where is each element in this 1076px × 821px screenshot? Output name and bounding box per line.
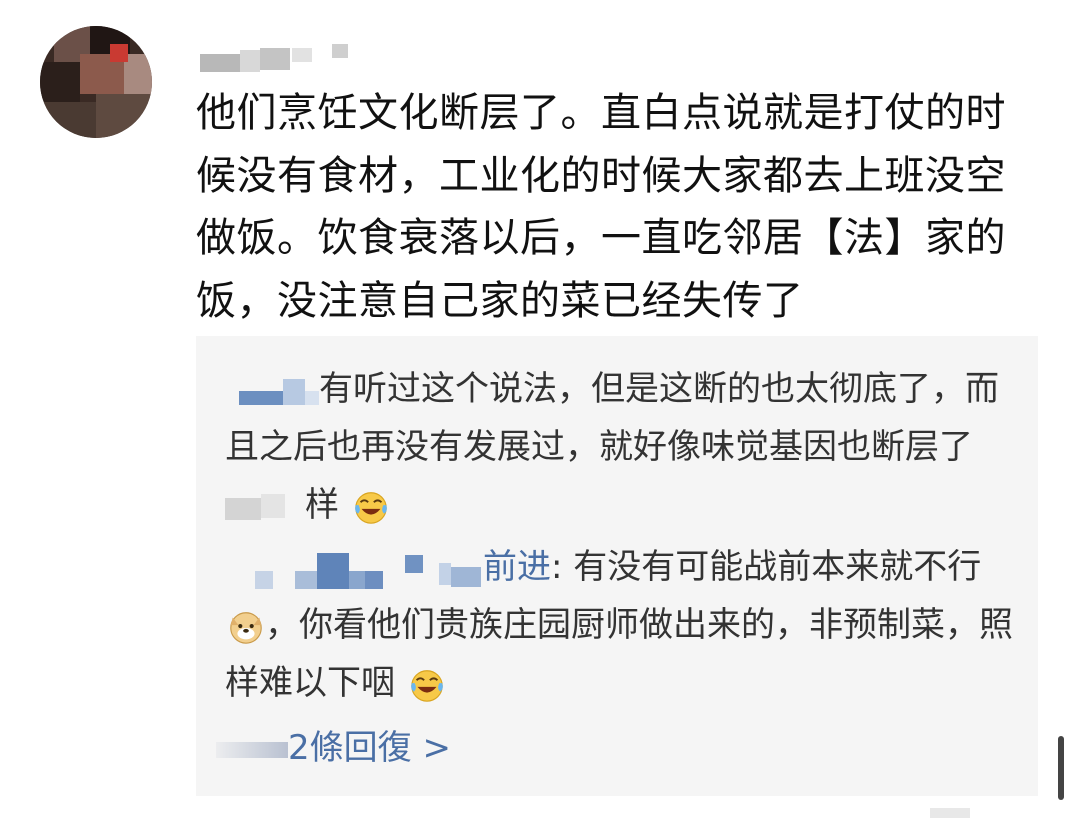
reply-author-name[interactable]: 前进 <box>483 547 551 587</box>
laugh-cry-emoji <box>354 491 387 524</box>
more-replies-link[interactable]: 2條回復 > <box>216 726 451 770</box>
avatar-pixel <box>124 54 152 94</box>
avatar-pixel <box>40 102 96 138</box>
more-replies-label[interactable]: 2條回復 > <box>288 728 451 768</box>
text-redacted <box>225 492 305 522</box>
reply-text-continued: ，你看他们贵族庄园厨师做出来的，非预制菜，照样难以下咽 <box>225 605 1013 703</box>
reply-item[interactable]: 前进: 有没有可能战前本来就不行 ，你看他们贵族庄园厨师做出来的，非预制菜，照样… <box>225 538 1015 712</box>
text-redacted <box>216 741 288 758</box>
comment-text: 他们烹饪文化断层了。直白点说就是打仗的时候没有食材，工业化的时候大家都去上班没空… <box>196 90 1006 324</box>
reply-text-tail: 样 <box>305 485 339 525</box>
username-redacted <box>200 40 360 76</box>
reply-item[interactable]: 有听过这个说法，但是这断的也太彻底了，而且之后也再没有发展过，就好像味觉基因也断… <box>225 360 1015 534</box>
reply-author-redacted[interactable] <box>225 371 319 411</box>
avatar-pixel <box>96 94 152 138</box>
scrollbar-thumb[interactable] <box>1058 736 1064 800</box>
reply-text: 有听过这个说法，但是这断的也太彻底了，而且之后也再没有发展过，就好像味觉基因也断… <box>225 369 999 467</box>
reply-panel[interactable]: 有听过这个说法，但是这断的也太彻底了，而且之后也再没有发展过，就好像味觉基因也断… <box>196 336 1038 796</box>
laugh-cry-emoji <box>410 669 443 702</box>
decorative-divider <box>930 808 970 818</box>
reply-text: : 有没有可能战前本来就不行 <box>551 547 982 587</box>
doge-emoji <box>230 611 262 644</box>
user-avatar[interactable] <box>40 26 152 138</box>
reply-author-redacted[interactable] <box>225 549 483 589</box>
avatar-pixel <box>110 44 128 62</box>
avatar-pixel <box>40 62 80 102</box>
